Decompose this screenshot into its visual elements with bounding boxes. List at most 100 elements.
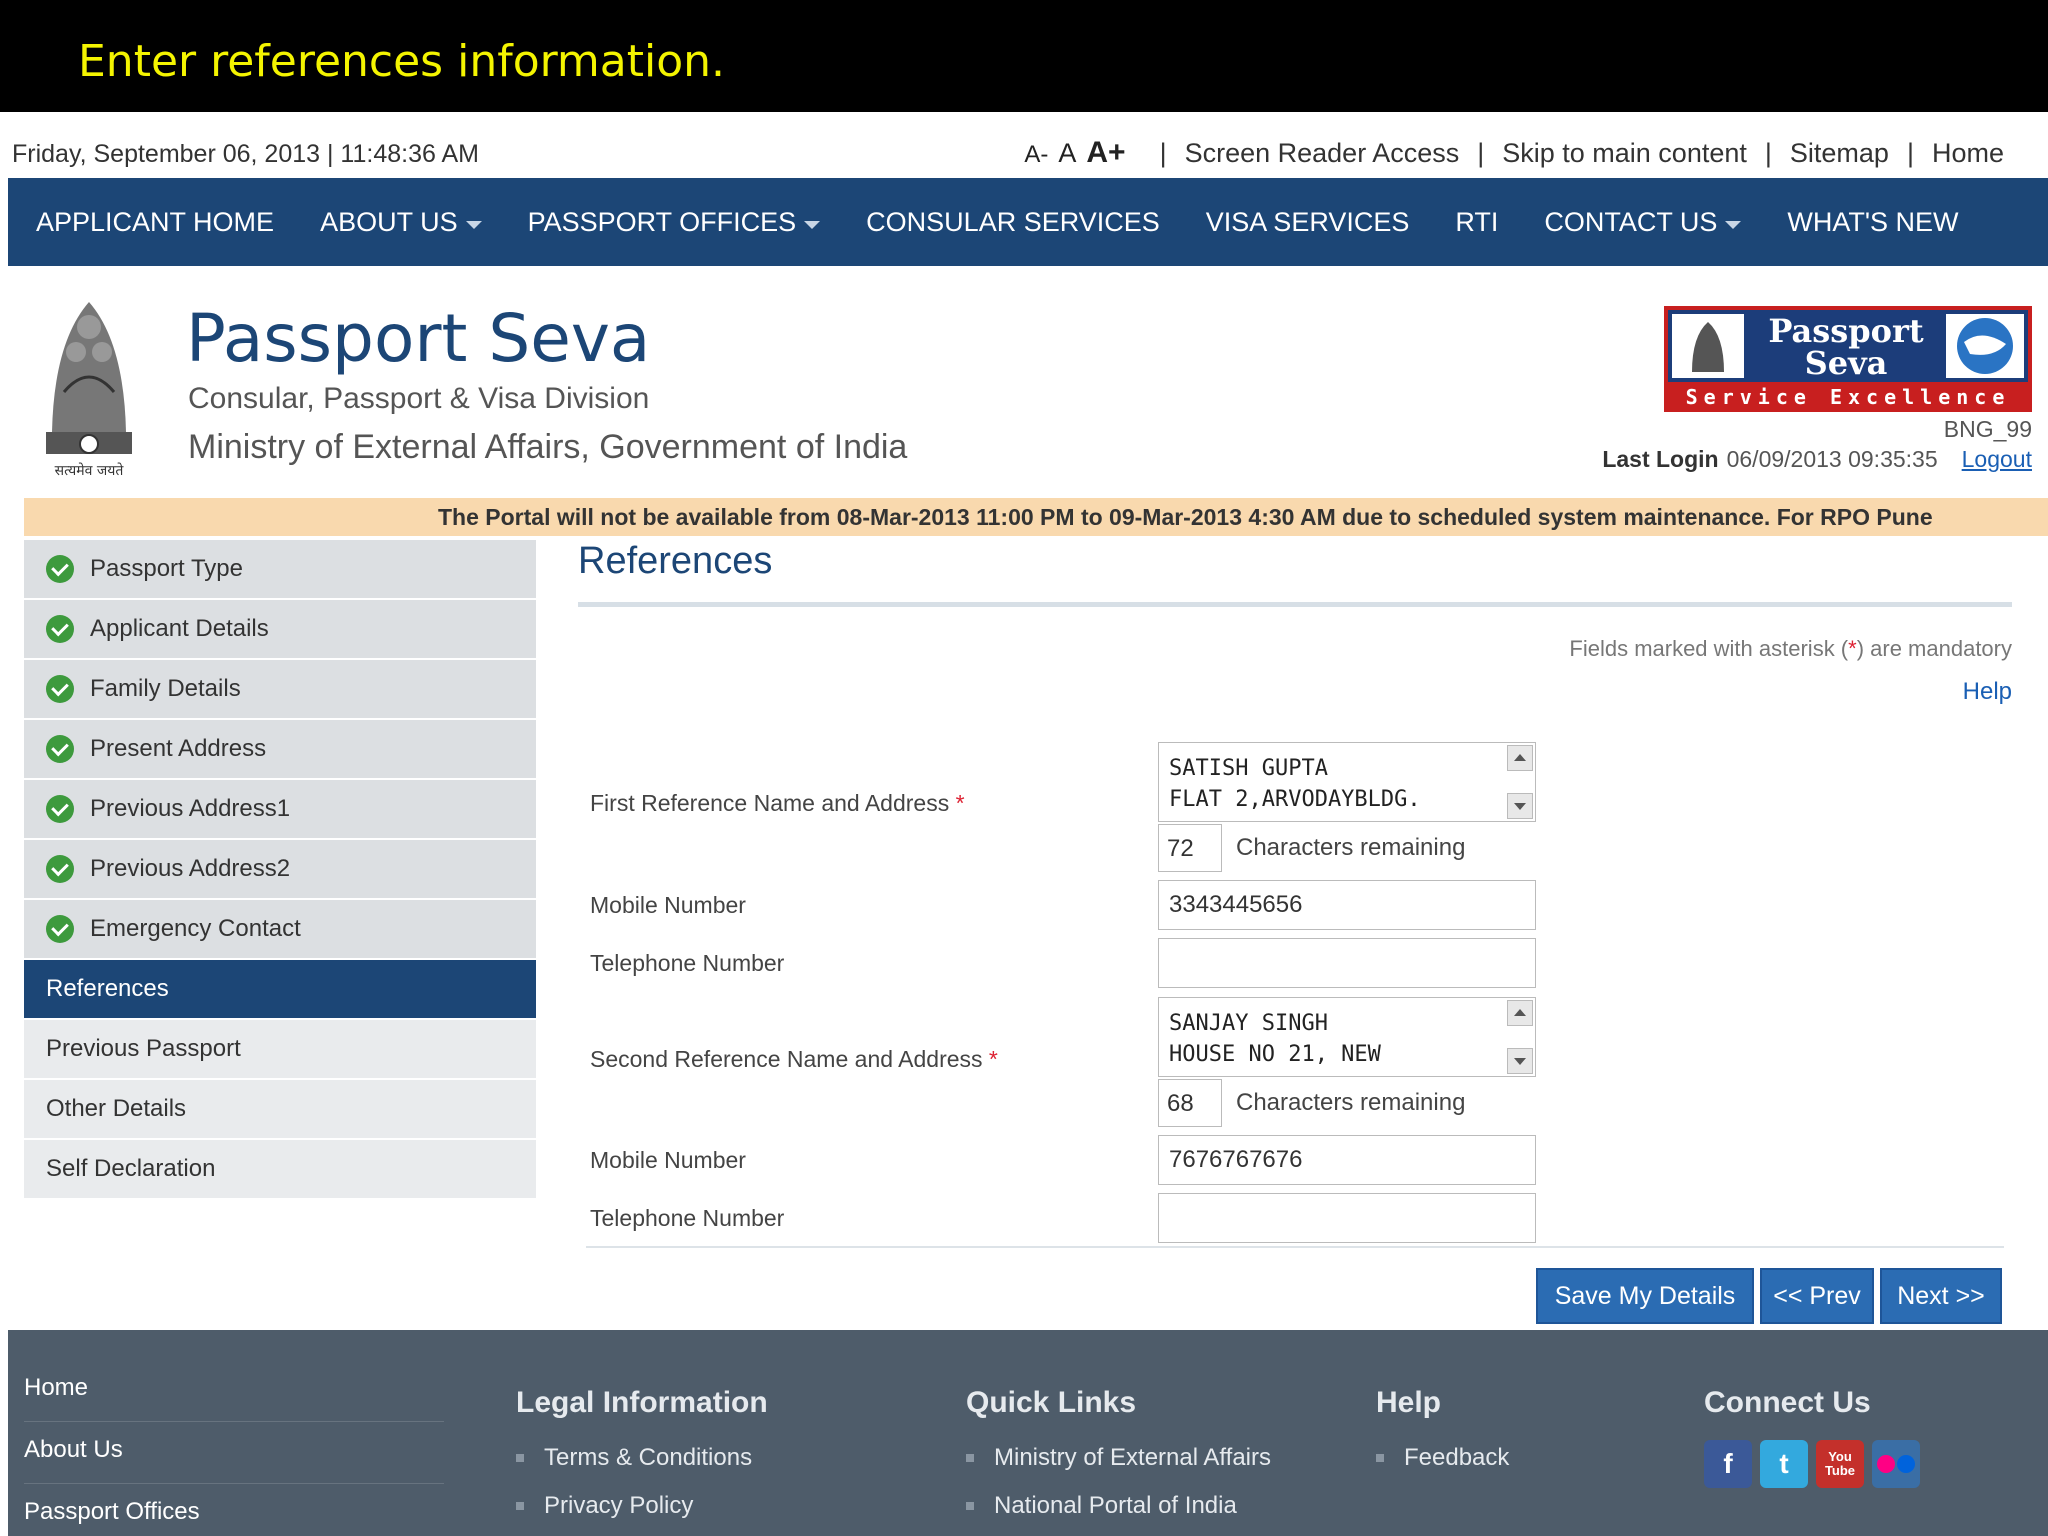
nav-consular-services[interactable]: CONSULAR SERVICES — [866, 207, 1160, 238]
browser-page: Friday, September 06, 2013 | 11:48:36 AM… — [0, 112, 2048, 1536]
first-reference-label: First Reference Name and Address * — [590, 790, 965, 817]
sidebar-item-label: Self Declaration — [46, 1155, 216, 1182]
flickr-icon[interactable] — [1872, 1440, 1920, 1488]
second-mobile-label: Mobile Number — [590, 1147, 746, 1173]
sidebar-item-previous-address2[interactable]: Previous Address2 — [24, 840, 536, 900]
footer-main-links: Home About Us Passport Offices — [24, 1360, 444, 1536]
first-reference-textarea[interactable]: SATISH GUPTA FLAT 2,ARVODAYBLDG. — [1158, 742, 1536, 822]
sitemap-link[interactable]: Sitemap — [1790, 138, 1889, 169]
youtube-icon[interactable]: You Tube — [1816, 1440, 1864, 1488]
nav-about-us[interactable]: ABOUT US — [320, 207, 482, 238]
home-link[interactable]: Home — [1932, 138, 2004, 169]
nav-rti[interactable]: RTI — [1455, 207, 1498, 238]
skip-main-link[interactable]: Skip to main content — [1502, 138, 1747, 169]
separator: | — [1764, 137, 1772, 168]
notice-text: The Portal will not be available from 08… — [438, 504, 1933, 530]
sidebar-item-emergency-contact[interactable]: Emergency Contact — [24, 900, 536, 960]
nav-label: WHAT'S NEW — [1787, 206, 1959, 237]
check-circle-icon — [46, 795, 74, 823]
footer-home-link[interactable]: Home — [24, 1360, 444, 1422]
mandatory-note-text: Fields marked with asterisk ( — [1569, 636, 1849, 661]
separator: | — [1477, 137, 1485, 168]
scroll-down-icon[interactable] — [1507, 1048, 1533, 1074]
help-link[interactable]: Help — [1963, 678, 2012, 706]
next-button[interactable]: Next >> — [1880, 1268, 2002, 1324]
nav-label: ABOUT US — [320, 206, 458, 237]
second-telephone-label: Telephone Number — [590, 1205, 785, 1231]
sidebar-item-other-details[interactable]: Other Details — [24, 1080, 536, 1140]
national-emblem-icon: सत्यमेव जयते — [46, 302, 132, 479]
check-circle-icon — [46, 675, 74, 703]
main-nav: APPLICANT HOME ABOUT US PASSPORT OFFICES… — [8, 178, 2048, 266]
first-mobile-label: Mobile Number — [590, 892, 746, 918]
nav-label: VISA SERVICES — [1205, 206, 1410, 237]
prev-button[interactable]: << Prev — [1760, 1268, 1874, 1324]
sidebar-item-family-details[interactable]: Family Details — [24, 660, 536, 720]
scroll-down-icon[interactable] — [1507, 793, 1533, 819]
feedback-link[interactable]: Feedback — [1376, 1444, 1509, 1472]
top-utility-bar: Friday, September 06, 2013 | 11:48:36 AM… — [0, 112, 2048, 178]
font-increase-button[interactable]: A+ — [1086, 136, 1125, 170]
screen-reader-link[interactable]: Screen Reader Access — [1185, 138, 1460, 169]
required-asterisk: * — [988, 1046, 998, 1072]
sidebar-item-previous-passport[interactable]: Previous Passport — [24, 1020, 536, 1080]
nav-passport-offices[interactable]: PASSPORT OFFICES — [528, 207, 821, 238]
nav-whats-new[interactable]: WHAT'S NEW — [1787, 207, 1958, 238]
footer-connect-heading: Connect Us — [1704, 1386, 1871, 1419]
footer-offices-link[interactable]: Passport Offices — [24, 1484, 444, 1536]
national-portal-link[interactable]: National Portal of India — [966, 1492, 1237, 1520]
sidebar-item-self-declaration[interactable]: Self Declaration — [24, 1140, 536, 1200]
sidebar-item-passport-type[interactable]: Passport Type — [24, 540, 536, 600]
second-reference-char-counter: 68 — [1158, 1079, 1222, 1127]
nav-visa-services[interactable]: VISA SERVICES — [1206, 207, 1410, 238]
font-normal-button[interactable]: A — [1058, 138, 1076, 169]
sidebar-item-applicant-details[interactable]: Applicant Details — [24, 600, 536, 660]
privacy-link[interactable]: Privacy Policy — [516, 1492, 693, 1520]
sidebar-item-present-address[interactable]: Present Address — [24, 720, 536, 780]
save-details-button[interactable]: Save My Details — [1536, 1268, 1754, 1324]
mea-link[interactable]: Ministry of External Affairs — [966, 1444, 1271, 1472]
scroll-up-icon[interactable] — [1507, 745, 1533, 771]
second-telephone-input[interactable] — [1158, 1193, 1536, 1243]
sidebar-item-label: Previous Address2 — [90, 855, 291, 882]
passport-seva-logo: Passport Seva Service Excellence — [1664, 306, 2032, 412]
second-reference-label: Second Reference Name and Address * — [590, 1046, 998, 1073]
check-circle-icon — [46, 735, 74, 763]
first-telephone-input[interactable] — [1158, 938, 1536, 988]
footer-quick-heading: Quick Links — [966, 1386, 1137, 1419]
sidebar-item-previous-address1[interactable]: Previous Address1 — [24, 780, 536, 840]
check-circle-icon — [46, 555, 74, 583]
logo-tagline: Service Excellence — [1686, 385, 2011, 409]
separator: | — [1159, 137, 1167, 168]
nav-contact-us[interactable]: CONTACT US — [1544, 206, 1742, 238]
asterisk: * — [1848, 636, 1857, 661]
chars-remaining-label: Characters remaining — [1236, 834, 1466, 861]
chevron-down-icon — [1725, 221, 1742, 229]
sidebar-item-label: Previous Passport — [46, 1035, 241, 1062]
textarea-value: SANJAY SINGH HOUSE NO 21, NEW — [1169, 1011, 1381, 1067]
nav-label: CONTACT US — [1544, 206, 1718, 237]
chars-remaining-label: Characters remaining — [1236, 1089, 1466, 1116]
second-reference-textarea[interactable]: SANJAY SINGH HOUSE NO 21, NEW — [1158, 997, 1536, 1077]
site-subtitle-division: Consular, Passport & Visa Division — [188, 382, 650, 415]
flickr-pink-dot — [1877, 1455, 1895, 1473]
twitter-icon[interactable]: t — [1760, 1440, 1808, 1488]
required-asterisk: * — [955, 790, 965, 816]
logout-link[interactable]: Logout — [1962, 446, 2032, 473]
font-decrease-button[interactable]: A- — [1024, 141, 1048, 169]
form-steps-sidebar: Passport Type Applicant Details Family D… — [24, 540, 536, 1200]
terms-link[interactable]: Terms & Conditions — [516, 1444, 752, 1472]
nav-applicant-home[interactable]: APPLICANT HOME — [36, 207, 274, 238]
first-mobile-input[interactable] — [1158, 880, 1536, 930]
scroll-up-icon[interactable] — [1507, 1000, 1533, 1026]
emblem-motto: सत्यमेव जयते — [55, 462, 125, 479]
second-mobile-input[interactable] — [1158, 1135, 1536, 1185]
facebook-icon[interactable]: f — [1704, 1440, 1752, 1488]
sidebar-item-label: Previous Address1 — [90, 795, 291, 822]
nav-label: PASSPORT OFFICES — [527, 206, 797, 237]
check-circle-icon — [46, 915, 74, 943]
footer-about-link[interactable]: About Us — [24, 1422, 444, 1484]
sidebar-item-references[interactable]: References — [24, 960, 536, 1020]
banner-caption: Enter references information. — [78, 36, 726, 87]
footer-legal-heading: Legal Information — [516, 1386, 768, 1419]
